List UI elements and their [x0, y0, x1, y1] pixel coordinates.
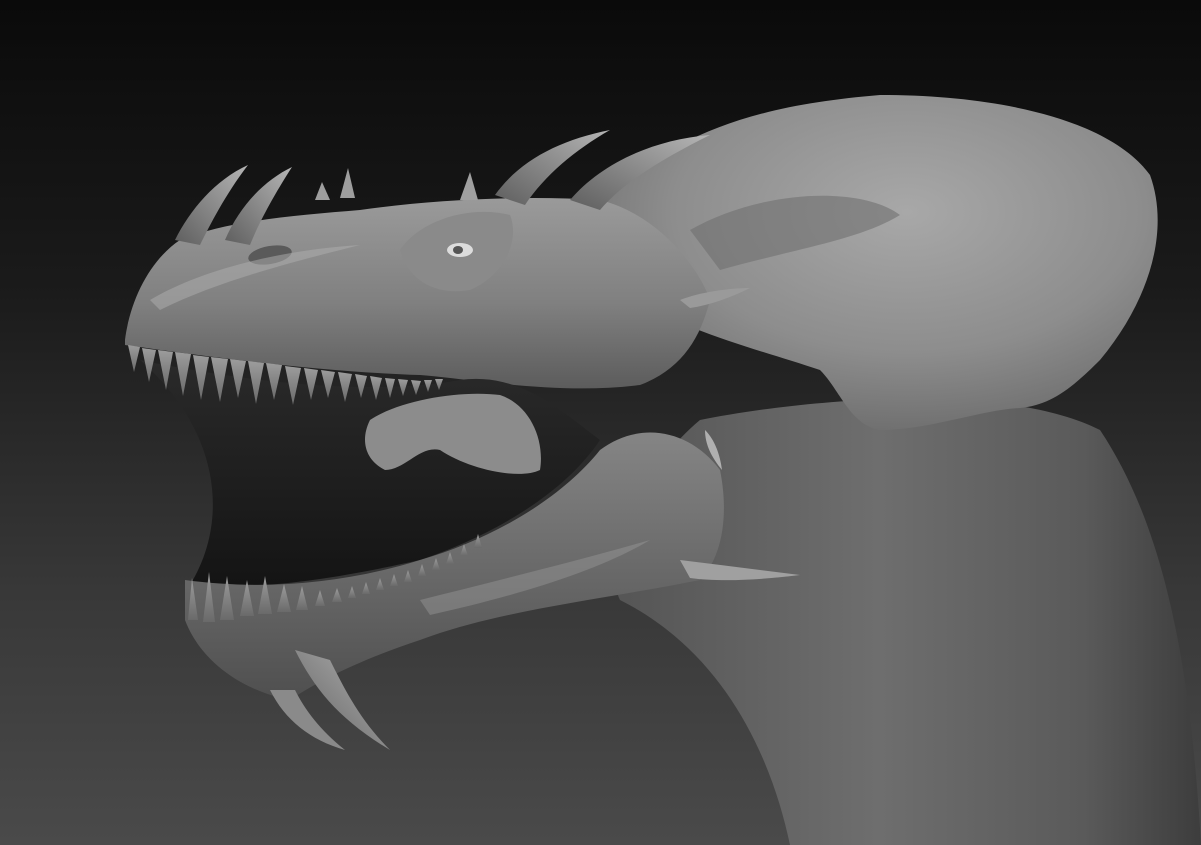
snout-spike-small	[315, 182, 330, 200]
eye-pupil	[453, 246, 463, 254]
sculpt-viewport[interactable]	[0, 0, 1201, 845]
brow-spike	[460, 172, 478, 200]
dragon-sculpt-render	[125, 95, 1201, 845]
snout-spike-small-2	[340, 168, 355, 198]
